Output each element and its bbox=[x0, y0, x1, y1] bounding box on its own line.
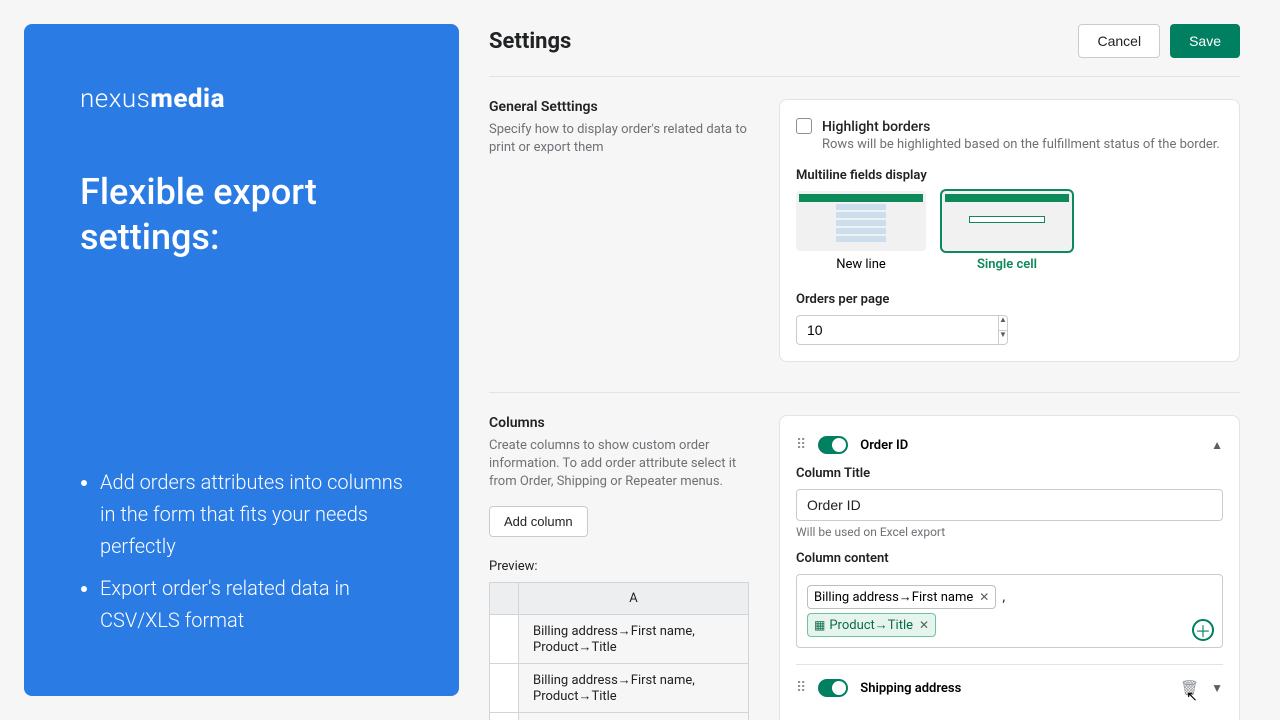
promo-title: Flexible exportsettings: bbox=[80, 170, 419, 260]
table-row: Billing address→First name, Product→Titl… bbox=[519, 614, 749, 663]
promo-bullets: Add orders attributes into columns in th… bbox=[80, 466, 419, 646]
remove-token-icon[interactable]: ✕ bbox=[979, 590, 989, 604]
column-name: Shipping address bbox=[860, 681, 1168, 696]
column-title-label: Column Title bbox=[796, 466, 1223, 481]
stepper-down-icon[interactable]: ▼ bbox=[999, 331, 1007, 345]
orders-per-page-label: Orders per page bbox=[796, 292, 1223, 307]
column-content-box[interactable]: Billing address→First name ✕ , ▦ Product… bbox=[796, 574, 1223, 648]
column-toggle[interactable] bbox=[818, 679, 848, 697]
orders-per-page-input[interactable] bbox=[796, 315, 998, 345]
preview-label: Preview: bbox=[489, 559, 749, 574]
column-title-input[interactable] bbox=[796, 489, 1223, 521]
stepper-up-icon[interactable]: ▲ bbox=[999, 316, 1007, 331]
drag-handle-icon[interactable]: ⠿ bbox=[796, 437, 806, 453]
repeater-icon: ▦ bbox=[814, 618, 825, 632]
section-heading-general: General Setttings bbox=[489, 99, 749, 115]
multiline-label: Multiline fields display bbox=[796, 168, 1223, 183]
promo-panel: nexusmedia Flexible exportsettings: Add … bbox=[24, 24, 459, 696]
column-content-label: Column content bbox=[796, 551, 1223, 566]
preview-table: A Billing address→First name, Product→Ti… bbox=[489, 582, 749, 720]
highlight-borders-label: Highlight borders bbox=[822, 119, 930, 135]
display-option-newline[interactable]: New line bbox=[796, 191, 926, 272]
content-token[interactable]: ▦ Product→Title ✕ bbox=[807, 613, 936, 637]
column-title-help: Will be used on Excel export bbox=[796, 525, 1223, 539]
display-option-single[interactable]: Single cell bbox=[942, 191, 1072, 272]
brand-logo: nexusmedia bbox=[80, 84, 419, 114]
page-title: Settings bbox=[489, 29, 571, 54]
add-column-button[interactable]: Add column bbox=[489, 506, 588, 537]
save-button[interactable]: Save bbox=[1170, 24, 1240, 58]
chevron-up-icon[interactable]: ▲ bbox=[1211, 438, 1223, 452]
section-heading-columns: Columns bbox=[489, 415, 749, 431]
column-toggle[interactable] bbox=[818, 436, 848, 454]
section-desc-general: Specify how to display order's related d… bbox=[489, 121, 749, 157]
highlight-borders-checkbox[interactable] bbox=[796, 118, 812, 134]
cancel-button[interactable]: Cancel bbox=[1078, 24, 1160, 58]
table-row: Billing address→First name, Product→Titl… bbox=[519, 663, 749, 712]
trash-icon[interactable]: 🗑 ↖ bbox=[1180, 679, 1199, 697]
section-desc-columns: Create columns to show custom order info… bbox=[489, 437, 749, 492]
cursor-icon: ↖ bbox=[1186, 689, 1198, 705]
highlight-borders-help: Rows will be highlighted based on the fu… bbox=[822, 137, 1220, 152]
chevron-down-icon[interactable]: ▼ bbox=[1211, 681, 1223, 695]
add-token-button[interactable]: ＋ bbox=[1192, 619, 1214, 641]
drag-handle-icon[interactable]: ⠿ bbox=[796, 680, 806, 696]
remove-token-icon[interactable]: ✕ bbox=[919, 618, 929, 632]
content-token[interactable]: Billing address→First name ✕ bbox=[807, 585, 996, 609]
column-name: Order ID bbox=[860, 438, 1199, 453]
